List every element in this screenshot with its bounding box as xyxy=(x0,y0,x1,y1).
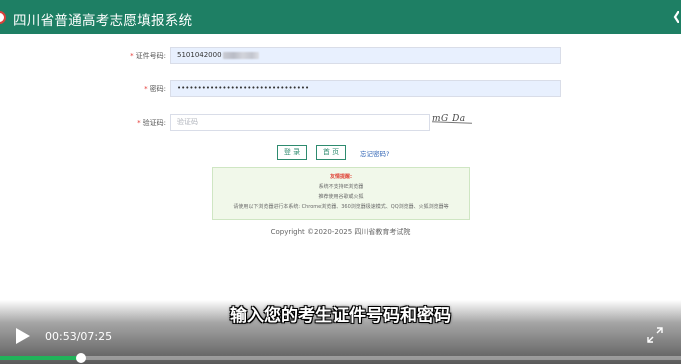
progress-bar[interactable] xyxy=(0,353,681,363)
notice-title: 友情提醒: xyxy=(330,174,352,180)
home-button[interactable]: 首 页 xyxy=(316,145,346,160)
notice-line: 系统不支持IE浏览器 xyxy=(318,184,364,190)
notice-box: 友情提醒: 系统不支持IE浏览器 推荐使用谷歌或火狐 请使用以下浏览器进行本系统… xyxy=(212,167,470,220)
required-mark: * xyxy=(137,119,141,127)
id-number-field[interactable]: 5101042000 xyxy=(170,47,561,64)
captcha-input[interactable]: 验证码 xyxy=(170,114,430,131)
notice-line: 推荐使用谷歌或火狐 xyxy=(318,194,364,200)
forgot-password-link[interactable]: 忘记密码? xyxy=(360,148,389,158)
login-button[interactable]: 登 录 xyxy=(277,145,307,160)
password-label: * 密码: xyxy=(144,85,166,93)
page-title: 四川省普通高考志愿填报系统 xyxy=(13,13,193,29)
password-field[interactable]: •••••••••••••••••••••••••••••••• xyxy=(170,80,561,97)
time-display: 00:53/07:25 xyxy=(45,330,113,343)
fullscreen-icon[interactable] xyxy=(646,326,664,344)
progress-fill xyxy=(0,356,82,360)
captcha-label: * 验证码: xyxy=(137,119,166,127)
copyright-text: Copyright ©2020-2025 四川省教育考试院 xyxy=(270,228,411,236)
play-icon[interactable] xyxy=(16,328,30,344)
required-mark: * xyxy=(144,85,148,93)
captcha-placeholder: 验证码 xyxy=(177,118,198,126)
video-subtitle: 输入您的考生证件号码和密码 xyxy=(230,306,451,326)
logo-icon xyxy=(0,11,6,24)
redacted-blur xyxy=(222,51,259,59)
chevron-icon[interactable]: ❮ xyxy=(672,9,679,23)
progress-thumb[interactable] xyxy=(76,353,87,363)
app-header: 四川省普通高考志愿填报系统 ❮ xyxy=(0,0,681,34)
notice-line: 请使用以下浏览器进行本系统: Chrome浏览器、360浏览器极速模式、QQ浏览… xyxy=(233,204,449,210)
required-mark: * xyxy=(130,52,134,60)
id-number-label: * 证件号码: xyxy=(130,52,166,60)
